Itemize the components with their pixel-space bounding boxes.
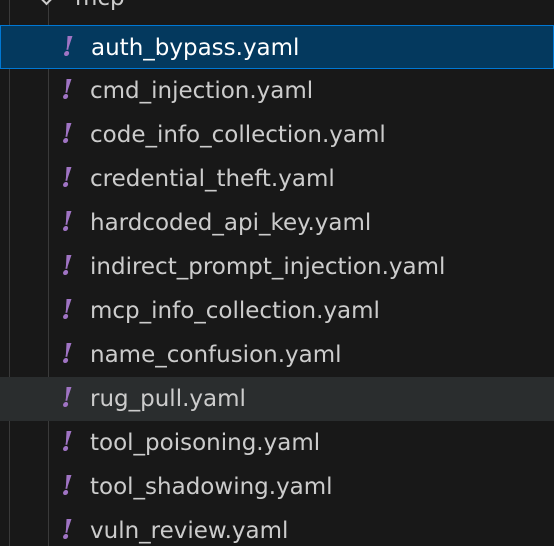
yaml-file-icon: ! (61, 515, 73, 546)
file-row[interactable]: ! hardcoded_api_key.yaml (0, 201, 554, 245)
yaml-file-icon: ! (61, 75, 73, 106)
yaml-file-icon: ! (61, 119, 73, 150)
file-label: tool_poisoning.yaml (90, 430, 321, 456)
yaml-file-icon: ! (61, 427, 73, 458)
yaml-file-icon: ! (61, 339, 73, 370)
file-row[interactable]: ! cmd_injection.yaml (0, 69, 554, 113)
file-label: code_info_collection.yaml (90, 122, 386, 148)
file-label: vuln_review.yaml (90, 518, 289, 544)
file-label: name_confusion.yaml (90, 342, 342, 368)
file-label: rug_pull.yaml (90, 386, 246, 412)
file-row[interactable]: ! credential_theft.yaml (0, 157, 554, 201)
file-label: tool_shadowing.yaml (90, 474, 333, 500)
file-row[interactable]: ! mcp_info_collection.yaml (0, 289, 554, 333)
yaml-file-icon: ! (62, 32, 74, 63)
folder-label: mcp (75, 0, 125, 14)
yaml-file-icon: ! (61, 383, 73, 414)
yaml-file-icon: ! (61, 163, 73, 194)
yaml-file-icon: ! (61, 295, 73, 326)
file-explorer: mcp ! auth_bypass.yaml! cmd_injection.yaml… (0, 0, 554, 546)
file-row[interactable]: ! code_info_collection.yaml (0, 113, 554, 157)
file-row[interactable]: ! vuln_review.yaml (0, 509, 554, 546)
chevron-down-icon[interactable] (38, 0, 55, 6)
yaml-file-icon: ! (61, 207, 73, 238)
file-row[interactable]: ! rug_pull.yaml (0, 377, 554, 421)
file-label: indirect_prompt_injection.yaml (90, 254, 446, 280)
file-label: mcp_info_collection.yaml (90, 298, 380, 324)
file-label: cmd_injection.yaml (90, 78, 314, 104)
file-row[interactable]: ! tool_poisoning.yaml (0, 421, 554, 465)
folder-row-mcp[interactable]: mcp (0, 0, 554, 18)
yaml-file-icon: ! (61, 471, 73, 502)
file-label: credential_theft.yaml (90, 166, 335, 192)
file-row[interactable]: ! auth_bypass.yaml (0, 25, 554, 69)
file-label: hardcoded_api_key.yaml (90, 210, 372, 236)
file-row[interactable]: ! tool_shadowing.yaml (0, 465, 554, 509)
file-row[interactable]: ! name_confusion.yaml (0, 333, 554, 377)
yaml-file-icon: ! (61, 251, 73, 282)
file-label: auth_bypass.yaml (91, 35, 300, 61)
file-row[interactable]: ! indirect_prompt_injection.yaml (0, 245, 554, 289)
